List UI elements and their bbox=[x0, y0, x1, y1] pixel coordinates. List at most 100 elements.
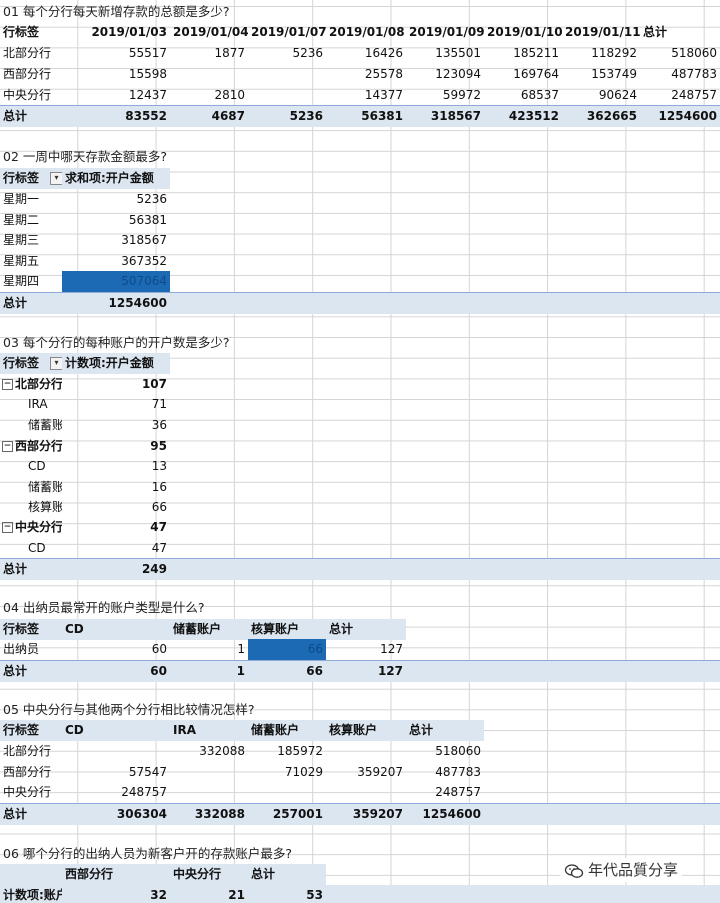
cell[interactable]: 59972 bbox=[406, 85, 484, 106]
cell[interactable]: 55517 bbox=[78, 43, 170, 64]
cell[interactable]: 90624 bbox=[562, 85, 640, 106]
cell[interactable]: 12437 bbox=[78, 85, 170, 106]
cell[interactable]: 127 bbox=[326, 639, 406, 660]
cell[interactable] bbox=[170, 782, 248, 803]
group-cell[interactable]: 47 bbox=[62, 517, 170, 538]
cell[interactable]: 518060 bbox=[406, 741, 484, 762]
collapse-icon[interactable]: − bbox=[2, 522, 13, 533]
cell[interactable]: 2810 bbox=[170, 85, 248, 106]
cell[interactable]: 487783 bbox=[406, 762, 484, 783]
total-cell[interactable]: 306304 bbox=[62, 804, 170, 825]
cell[interactable]: 16 bbox=[62, 477, 170, 498]
collapse-icon[interactable]: − bbox=[2, 441, 13, 452]
cell[interactable]: 118292 bbox=[562, 43, 640, 64]
cell[interactable]: 56381 bbox=[62, 210, 170, 231]
cell[interactable]: 57547 bbox=[62, 762, 170, 783]
total-cell[interactable]: 332088 bbox=[170, 804, 248, 825]
group-cell[interactable]: 107 bbox=[62, 374, 170, 395]
row-label[interactable]: 西部分行 bbox=[0, 64, 78, 85]
row-label[interactable]: 出纳员 bbox=[0, 639, 62, 660]
total-cell[interactable]: 5236 bbox=[248, 106, 326, 127]
total-cell[interactable]: 423512 bbox=[484, 106, 562, 127]
row-label[interactable]: 核算账户 bbox=[0, 497, 62, 518]
cell[interactable]: 248757 bbox=[62, 782, 170, 803]
total-cell[interactable]: 362665 bbox=[562, 106, 640, 127]
cell[interactable]: 71 bbox=[62, 394, 170, 415]
collapse-icon[interactable]: − bbox=[2, 379, 13, 390]
cell[interactable]: 47 bbox=[62, 538, 170, 559]
row-label[interactable]: 星期四 bbox=[0, 271, 62, 292]
cell[interactable]: 15598 bbox=[78, 64, 170, 85]
total-cell[interactable]: 1254600 bbox=[406, 804, 484, 825]
total-cell[interactable]: 83552 bbox=[78, 106, 170, 127]
total-label[interactable]: 总计 bbox=[0, 661, 62, 682]
cell[interactable]: 1877 bbox=[170, 43, 248, 64]
cell[interactable]: 487783 bbox=[640, 64, 720, 85]
row-label[interactable]: 星期二 bbox=[0, 210, 62, 231]
cell[interactable]: 32 bbox=[62, 885, 170, 903]
total-label[interactable]: 总计 bbox=[0, 106, 78, 127]
total-label[interactable]: 总计 bbox=[0, 559, 62, 580]
cell[interactable]: 185211 bbox=[484, 43, 562, 64]
cell[interactable]: 25578 bbox=[326, 64, 406, 85]
cell[interactable]: 13 bbox=[62, 456, 170, 477]
total-cell[interactable]: 1254600 bbox=[62, 293, 170, 314]
spreadsheet[interactable]: 01 每个分行每天新增存款的总额是多少? 行标签 2019/01/03 2019… bbox=[0, 0, 720, 903]
row-label[interactable]: 中央分行 bbox=[0, 782, 62, 803]
cell[interactable]: 518060 bbox=[640, 43, 720, 64]
row-label[interactable]: IRA bbox=[0, 394, 62, 415]
filter-button[interactable]: ▾ bbox=[48, 353, 62, 374]
q6-header-blank[interactable] bbox=[0, 864, 62, 885]
q4-header-row-label[interactable]: 行标签 bbox=[0, 619, 62, 640]
total-label[interactable]: 总计 bbox=[0, 804, 62, 825]
row-label[interactable]: CD bbox=[0, 538, 62, 559]
total-cell[interactable]: 318567 bbox=[406, 106, 484, 127]
group-label[interactable]: − 北部分行 bbox=[0, 374, 62, 395]
cell[interactable]: 248757 bbox=[640, 85, 720, 106]
cell[interactable] bbox=[62, 741, 170, 762]
cell[interactable] bbox=[326, 782, 406, 803]
cell[interactable]: 1 bbox=[170, 639, 248, 660]
selected-cell[interactable]: 66 bbox=[248, 639, 326, 660]
cell[interactable]: 367352 bbox=[62, 251, 170, 272]
total-cell[interactable]: 4687 bbox=[170, 106, 248, 127]
row-label[interactable]: 北部分行 bbox=[0, 741, 62, 762]
cell[interactable]: 359207 bbox=[326, 762, 406, 783]
cell[interactable]: 71029 bbox=[248, 762, 326, 783]
cell[interactable]: 68537 bbox=[484, 85, 562, 106]
cell[interactable]: 248757 bbox=[406, 782, 484, 803]
total-label[interactable]: 总计 bbox=[0, 293, 62, 314]
total-cell[interactable]: 1 bbox=[170, 661, 248, 682]
cell[interactable] bbox=[248, 64, 326, 85]
group-label[interactable]: − 中央分行 bbox=[0, 517, 62, 538]
cell[interactable] bbox=[248, 85, 326, 106]
total-cell[interactable]: 249 bbox=[62, 559, 170, 580]
filter-button[interactable]: ▾ bbox=[48, 168, 62, 189]
cell[interactable]: 5236 bbox=[248, 43, 326, 64]
total-cell[interactable]: 359207 bbox=[326, 804, 406, 825]
row-label[interactable]: 星期三 bbox=[0, 230, 62, 251]
cell[interactable]: 153749 bbox=[562, 64, 640, 85]
cell[interactable]: 332088 bbox=[170, 741, 248, 762]
row-label[interactable]: 西部分行 bbox=[0, 762, 62, 783]
selected-cell[interactable]: 507064 bbox=[62, 271, 170, 292]
total-cell[interactable]: 1254600 bbox=[640, 106, 720, 127]
cell[interactable]: 66 bbox=[62, 497, 170, 518]
q1-header-row-label[interactable]: 行标签 bbox=[0, 22, 78, 43]
cell[interactable] bbox=[248, 782, 326, 803]
cell[interactable]: 16426 bbox=[326, 43, 406, 64]
row-label[interactable]: CD bbox=[0, 456, 62, 477]
row-label[interactable]: 星期五 bbox=[0, 251, 62, 272]
cell[interactable] bbox=[326, 741, 406, 762]
cell[interactable]: 318567 bbox=[62, 230, 170, 251]
cell[interactable] bbox=[170, 762, 248, 783]
total-cell[interactable]: 66 bbox=[248, 661, 326, 682]
cell[interactable]: 185972 bbox=[248, 741, 326, 762]
cell[interactable]: 14377 bbox=[326, 85, 406, 106]
total-cell[interactable]: 60 bbox=[62, 661, 170, 682]
row-label[interactable]: 中央分行 bbox=[0, 85, 78, 106]
cell[interactable]: 60 bbox=[62, 639, 170, 660]
row-label[interactable]: 星期一 bbox=[0, 189, 62, 210]
q5-header-row-label[interactable]: 行标签 bbox=[0, 720, 62, 741]
cell[interactable]: 123094 bbox=[406, 64, 484, 85]
